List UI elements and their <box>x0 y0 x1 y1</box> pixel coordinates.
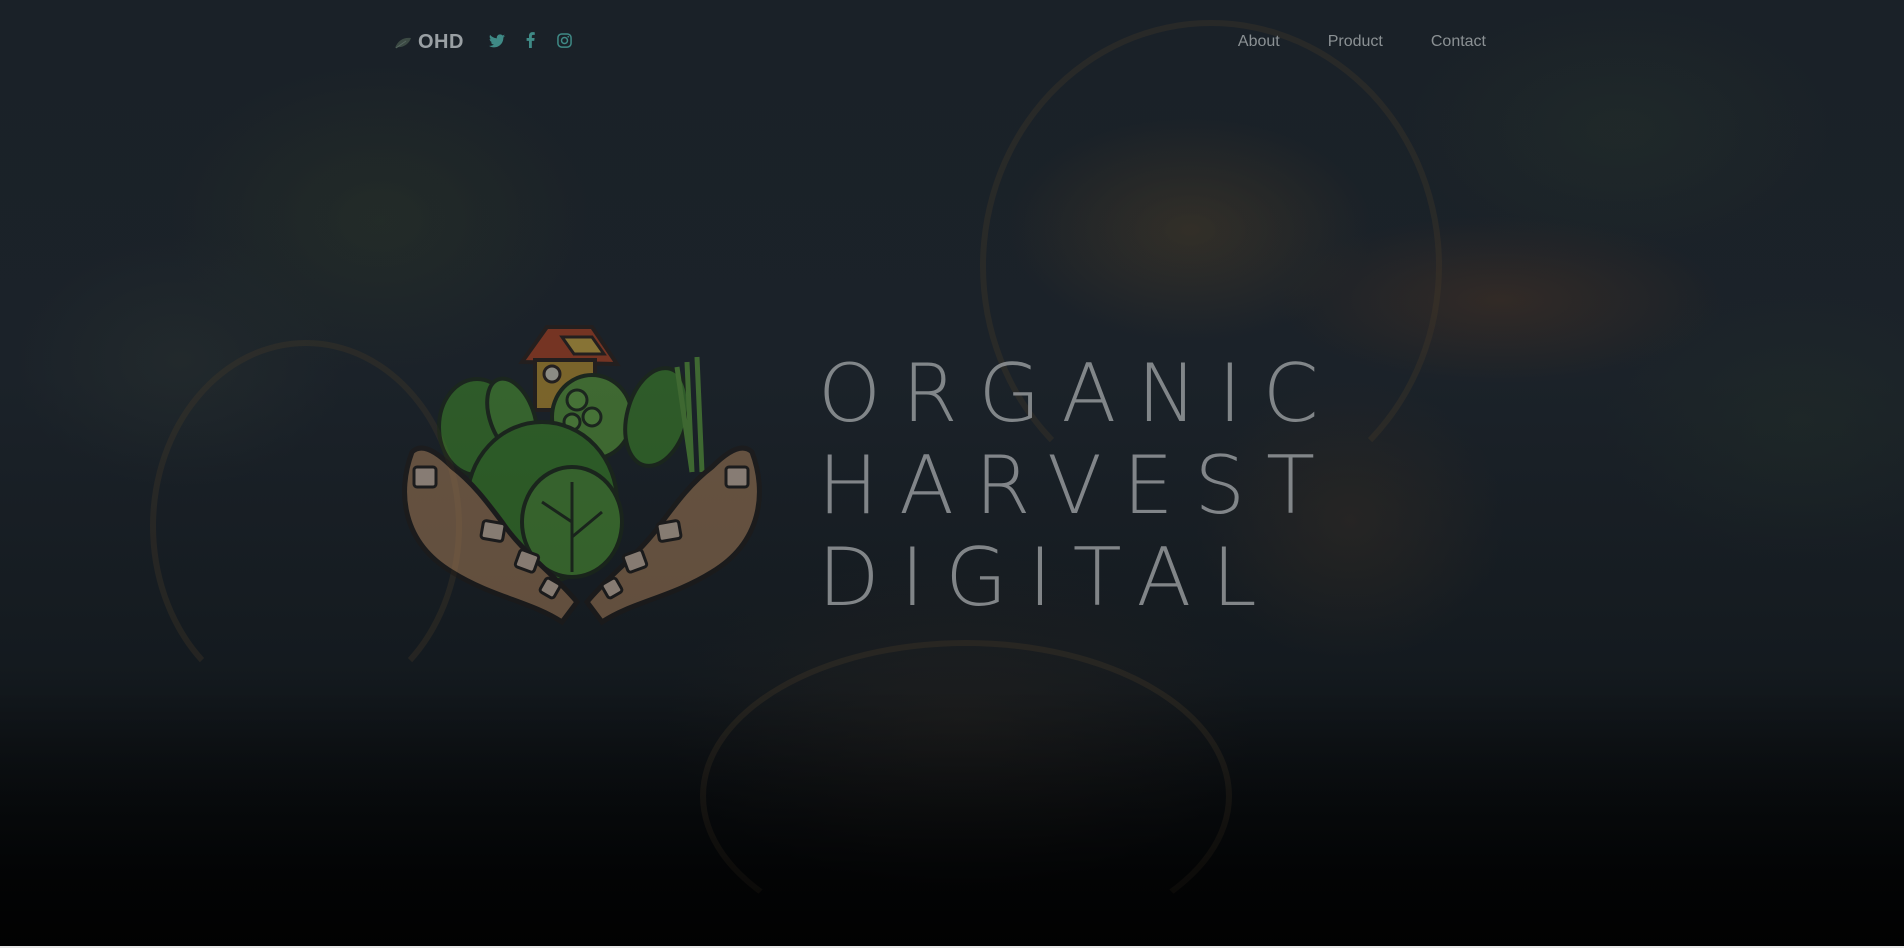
facebook-link[interactable] <box>522 32 540 52</box>
brand-link[interactable]: OHD <box>394 31 464 54</box>
twitter-link[interactable] <box>488 33 506 51</box>
wordmark-line-3: DIGITAL <box>818 531 1278 624</box>
nav-links: About Product Contact <box>1190 33 1486 51</box>
page: OHD About Product Contact ORGANIC HARVES… <box>0 0 1904 948</box>
social-links <box>488 32 590 52</box>
brand-group: OHD <box>394 31 590 54</box>
twitter-icon <box>488 33 505 52</box>
nav-contact-link[interactable]: Contact <box>1431 33 1486 51</box>
wordmark-line-1: ORGANIC <box>818 347 1340 440</box>
wordmark-line-2: HARVEST <box>818 439 1337 532</box>
harvest-hands-icon <box>392 322 772 632</box>
nav-about-link[interactable]: About <box>1238 33 1280 51</box>
nav-product-link[interactable]: Product <box>1328 33 1383 51</box>
facebook-icon <box>526 32 536 52</box>
leaf-icon <box>394 35 412 49</box>
brand-name: OHD <box>418 30 464 53</box>
instagram-icon <box>557 32 573 52</box>
hero-wordmark: ORGANIC HARVEST DIGITAL <box>818 348 1340 624</box>
bottom-fade <box>0 688 1904 948</box>
navbar: OHD About Product Contact <box>394 22 1486 62</box>
instagram-link[interactable] <box>556 32 574 52</box>
